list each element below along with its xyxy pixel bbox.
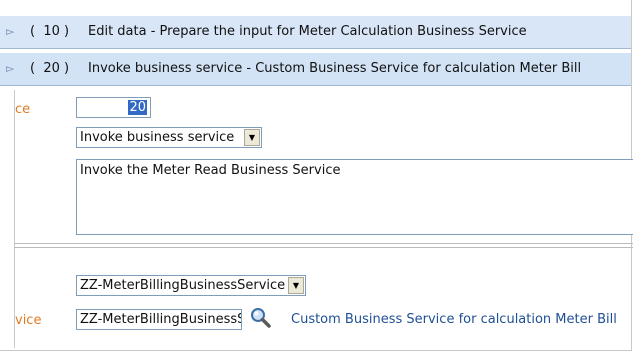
section-divider <box>14 247 633 248</box>
step-seq: ( 10 ) <box>30 24 70 39</box>
section-divider <box>14 243 633 244</box>
expand-arrow-icon[interactable]: ▻ <box>6 25 14 38</box>
step-type-select[interactable]: Invoke business service ▼ <box>76 127 262 148</box>
business-service-select[interactable]: ZZ-MeterBillingBusinessService ▼ <box>76 275 306 296</box>
business-service-label: vice <box>15 313 42 328</box>
chevron-down-icon[interactable]: ▼ <box>244 129 260 146</box>
step-description: Edit data - Prepare the input for Meter … <box>88 24 527 39</box>
expand-arrow-icon[interactable]: ▻ <box>6 62 14 75</box>
step-row-10[interactable]: ▻ ( 10 ) Edit data - Prepare the input f… <box>0 15 631 49</box>
step-row-20[interactable]: ▻ ( 20 ) Invoke business service - Custo… <box>0 52 631 86</box>
sequence-label: ce <box>15 102 31 117</box>
step-seq: ( 20 ) <box>30 61 70 76</box>
chevron-down-icon[interactable]: ▼ <box>288 277 304 294</box>
sequence-input[interactable]: 20 <box>76 97 151 118</box>
business-service-description-link[interactable]: Custom Business Service for calculation … <box>291 312 617 327</box>
search-icon[interactable] <box>249 306 273 330</box>
step-description: Invoke business service - Custom Busines… <box>88 61 582 76</box>
description-textarea[interactable]: Invoke the Meter Read Business Service <box>76 159 633 235</box>
business-service-input[interactable]: ZZ-MeterBillingBusinessSe <box>76 309 242 330</box>
